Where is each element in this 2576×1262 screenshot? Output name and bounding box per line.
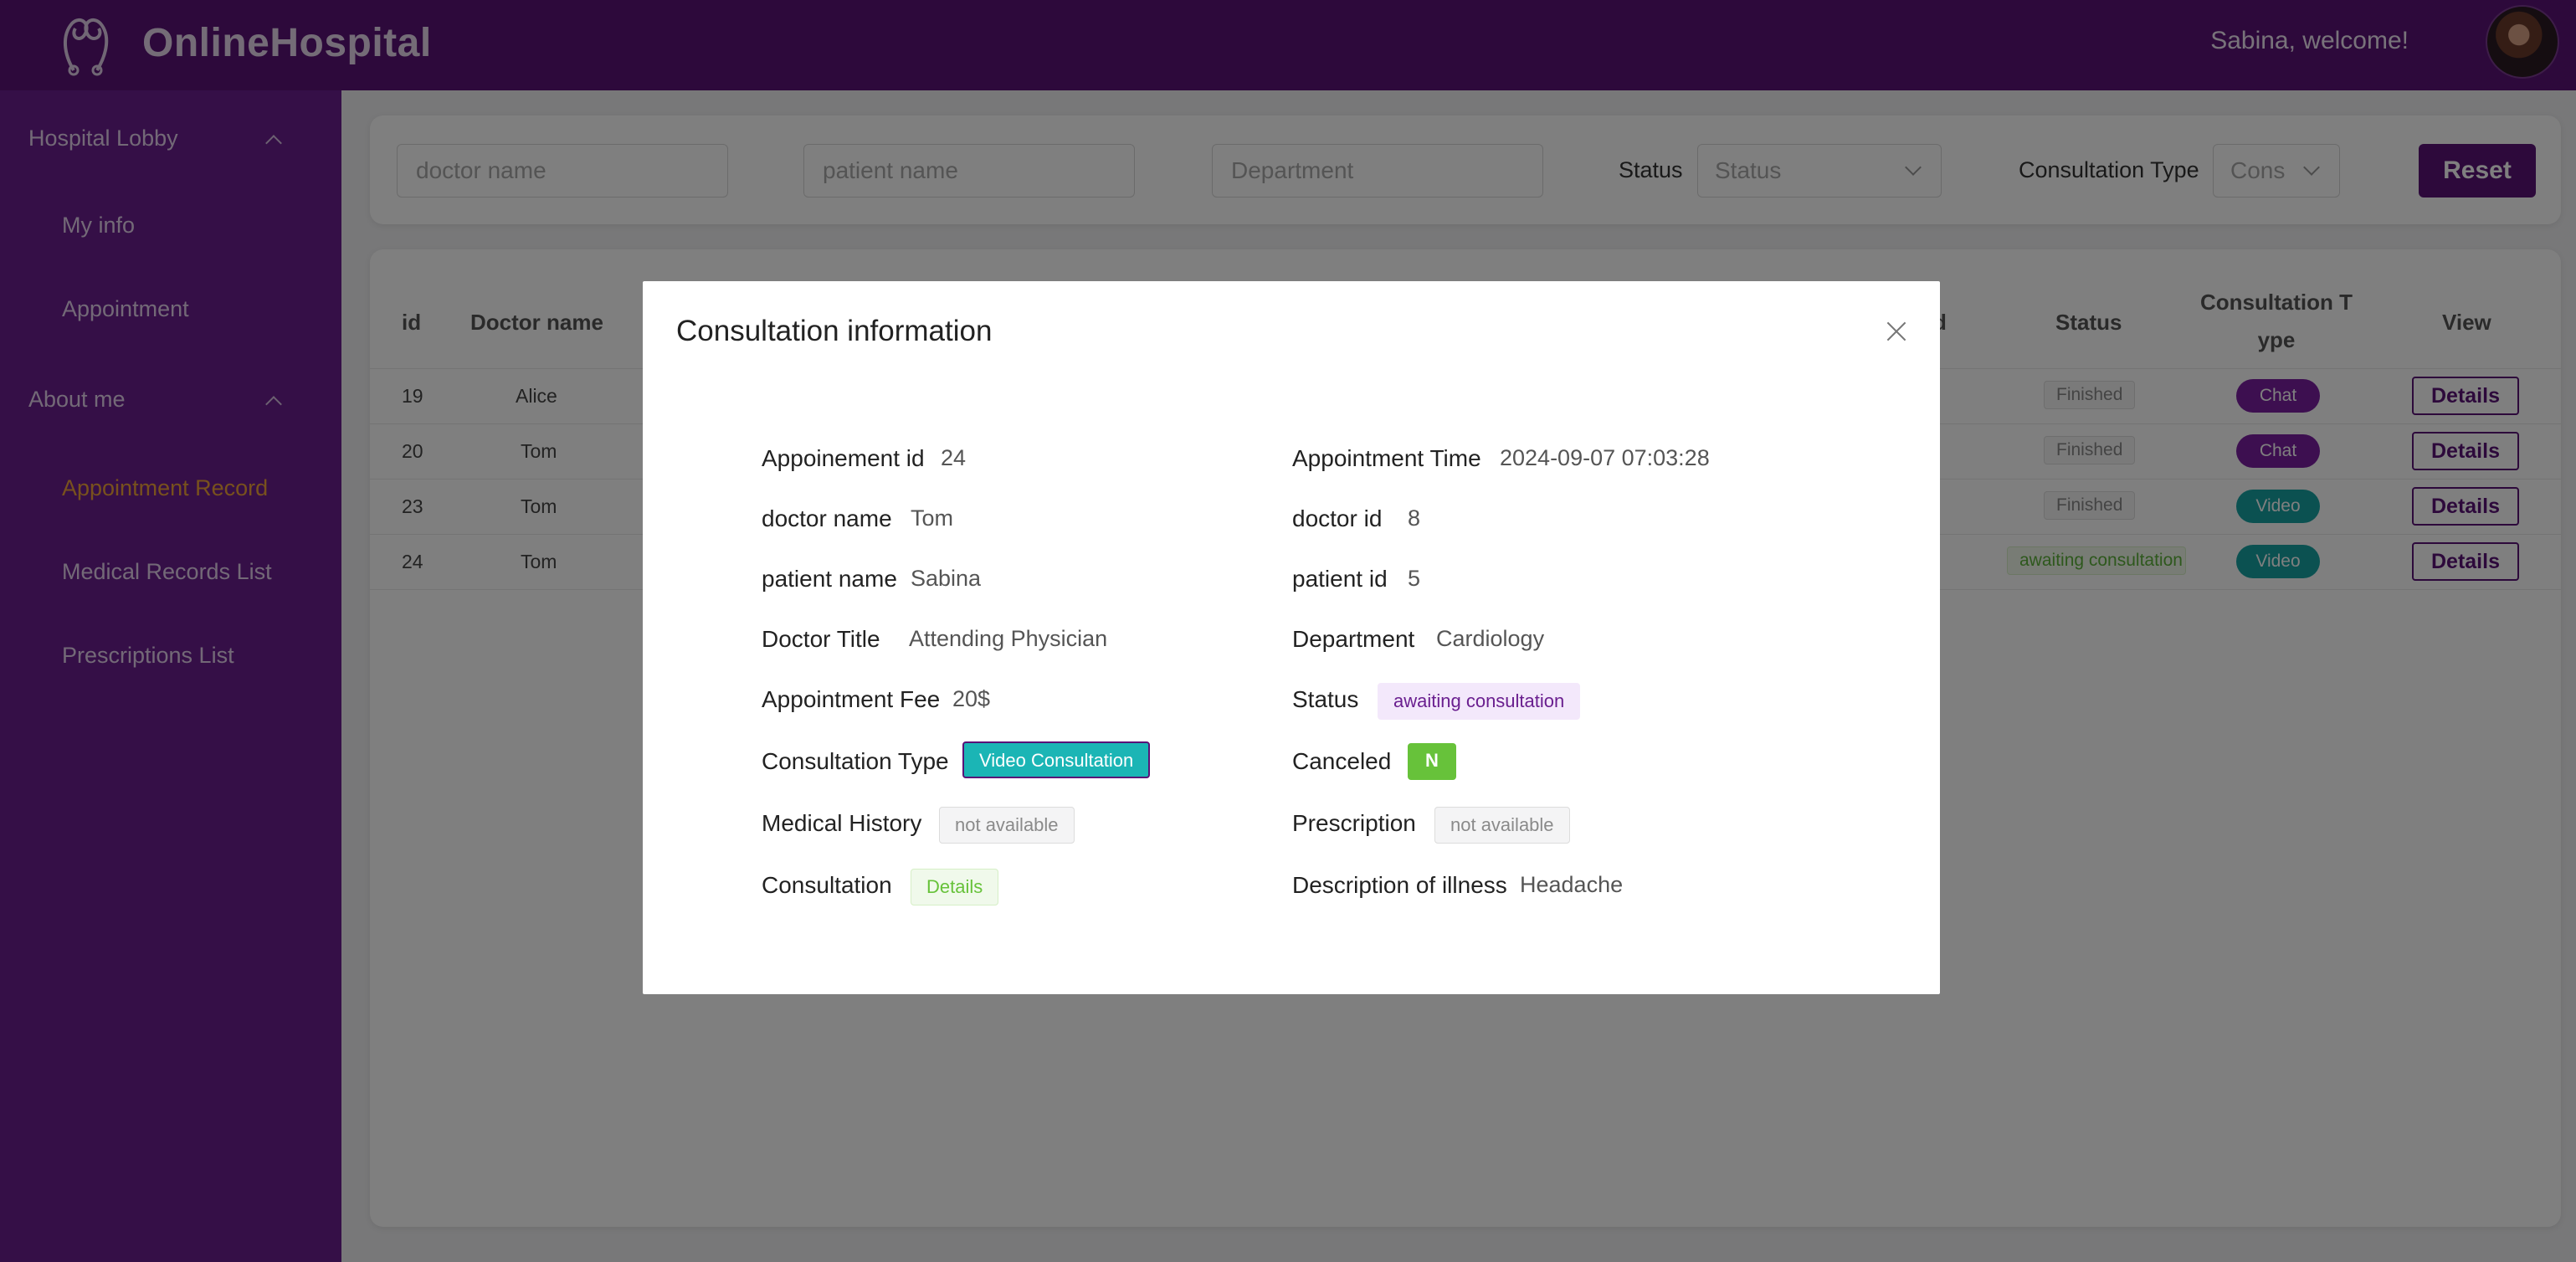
consultation-type-label: Consultation Type bbox=[762, 748, 949, 774]
appointment-fee-label: Appointment Fee bbox=[762, 686, 941, 712]
doctor-name-value: Tom bbox=[911, 505, 954, 531]
appointment-time-value: 2024-09-07 07:03:28 bbox=[1500, 445, 1710, 470]
consultation-info-modal: Consultation information Appoinement id … bbox=[643, 281, 1940, 994]
appointment-time-label: Appointment Time bbox=[1292, 445, 1481, 471]
canceled-tag: N bbox=[1408, 743, 1456, 780]
doctor-id-value: 8 bbox=[1408, 505, 1421, 531]
doctor-id-label: doctor id bbox=[1292, 505, 1383, 531]
doctor-name-label: doctor name bbox=[762, 505, 892, 531]
patient-name-label: patient name bbox=[762, 566, 897, 592]
modal-title: Consultation information bbox=[676, 315, 993, 347]
patient-name-value: Sabina bbox=[911, 566, 982, 591]
description-label: Description of illness bbox=[1292, 872, 1507, 898]
appointment-id-label: Appoinement id bbox=[762, 445, 925, 471]
description-value: Headache bbox=[1520, 872, 1624, 897]
prescription-tag: not available bbox=[1434, 807, 1570, 844]
department-label: Department bbox=[1292, 626, 1415, 652]
status-tag: awaiting consultation bbox=[1378, 683, 1581, 720]
department-value: Cardiology bbox=[1436, 626, 1545, 651]
doctor-title-value: Attending Physician bbox=[909, 626, 1108, 651]
appointment-id-value: 24 bbox=[941, 445, 967, 470]
medical-history-label: Medical History bbox=[762, 810, 922, 836]
consultation-label: Consultation bbox=[762, 872, 892, 898]
patient-id-value: 5 bbox=[1408, 566, 1421, 591]
patient-id-label: patient id bbox=[1292, 566, 1388, 592]
appointment-fee-value: 20$ bbox=[952, 686, 991, 711]
consultation-details-tag[interactable]: Details bbox=[911, 869, 999, 905]
close-icon[interactable] bbox=[1886, 321, 1906, 341]
medical-history-tag: not available bbox=[939, 807, 1075, 844]
status-label: Status bbox=[1292, 686, 1359, 712]
canceled-label: Canceled bbox=[1292, 748, 1392, 774]
consultation-type-tag: Video Consultation bbox=[962, 741, 1151, 778]
doctor-title-label: Doctor Title bbox=[762, 626, 880, 652]
prescription-label: Prescription bbox=[1292, 810, 1416, 836]
